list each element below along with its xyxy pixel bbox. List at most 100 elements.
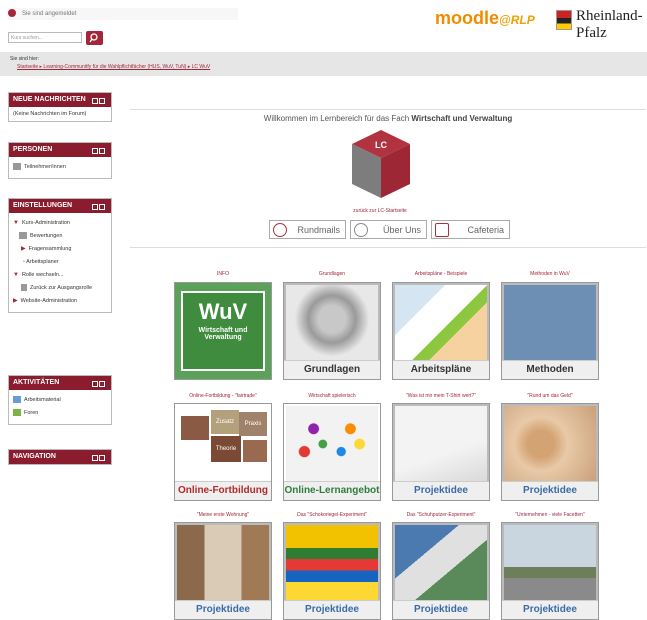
tile-grundlagen[interactable]: Grundlagen (283, 282, 381, 380)
tile-caption: "Rund um das Geld" (527, 393, 573, 399)
tshirt-image (395, 406, 487, 482)
tile-caption: Wirtschaft spielerisch (308, 393, 356, 399)
tile-geld[interactable]: Projektidee (501, 403, 599, 501)
back-to-lc-link[interactable]: zurück zur LC-Startseite (330, 208, 430, 214)
news-empty-text: (Keine Nachrichten im Forum) (13, 111, 87, 117)
forums-label: Foren (24, 410, 39, 416)
tile-caption: Das "Schokoriegel-Experiment" (297, 512, 367, 518)
expanded-arrow-icon: ▼ (13, 220, 19, 226)
tile-label: Projektidee (393, 600, 489, 619)
tile-info[interactable]: WuV Wirtschaft und Verwaltung (174, 282, 272, 380)
tile-caption: Methoden in WuV (530, 271, 570, 277)
tile-schuhputzer[interactable]: Projektidee (392, 522, 490, 620)
welcome-subject: Wirtschaft und Verwaltung (411, 114, 513, 123)
search-input[interactable]: Kurs suchen... (8, 32, 82, 43)
settings-grades[interactable]: Bewertungen (13, 230, 107, 243)
settings-return-role[interactable]: Zurück zur Ausgangsrolle (13, 282, 107, 295)
people-icon (13, 163, 21, 171)
settings-question-bank[interactable]: ▶ Fragensammlung (13, 243, 107, 256)
persons-block: PERSONEN Teilnehmer/innen (8, 142, 112, 179)
block-controls[interactable] (91, 379, 107, 387)
logo-moodle-text: moodle (435, 8, 500, 28)
ueber-uns-button[interactable]: Über Uns (350, 220, 427, 239)
tile-unternehmen[interactable]: Projektidee (501, 522, 599, 620)
tile-online-fortbildung[interactable]: Zusatz Praxis Theorie Online-Fortbildung (174, 403, 272, 501)
settings-course-admin[interactable]: ▼ Kurs-Administration (13, 217, 107, 230)
grades-icon (19, 232, 27, 240)
tile-caption: Online-Fortbildung - "fairtrade" (189, 393, 257, 399)
block-controls[interactable] (91, 96, 107, 104)
participants-link[interactable]: Teilnehmer/innen (13, 161, 107, 174)
block-controls[interactable] (91, 146, 107, 154)
persons-block-header: PERSONEN (9, 143, 111, 157)
tile-methoden[interactable]: Methoden (501, 282, 599, 380)
login-status: Sie sind angemeldet (22, 11, 77, 17)
tile-label: Projektidee (393, 481, 489, 500)
document-icon (13, 396, 21, 404)
money-image (504, 406, 596, 482)
shoes-image (395, 525, 487, 601)
settings-work-planner[interactable]: • Arbeitsplaner (13, 256, 107, 269)
forum-icon (13, 409, 21, 417)
welcome-prefix: Willkommen im Lernbereich für das Fach (263, 114, 410, 123)
lego-image (286, 525, 378, 601)
question-bank-label: Fragensammlung (28, 246, 72, 252)
grades-label: Bewertungen (30, 233, 63, 239)
tile-caption: "Unternehmen - viele Facetten" (515, 512, 585, 518)
block-controls[interactable] (91, 202, 107, 210)
tile-label: Projektidee (502, 481, 598, 500)
activity-material[interactable]: Arbeitsmaterial (13, 394, 107, 407)
search-button[interactable] (86, 31, 103, 45)
navigation-block-title: NAVIGATION (13, 453, 56, 460)
mail-icon (273, 223, 287, 237)
stones-image (286, 285, 378, 361)
rundmails-label: Rundmails (297, 225, 340, 235)
settings-block-header: EINSTELLUNGEN (9, 199, 111, 213)
ueber-uns-label: Über Uns (382, 225, 421, 235)
puzzle-zusatz: Zusatz (211, 410, 239, 434)
cafeteria-button[interactable]: Cafeteria (431, 220, 510, 239)
tile-tshirt[interactable]: Projektidee (392, 403, 490, 501)
tile-caption: "Was ist mir mein T-Shirt wert?" (406, 393, 476, 399)
wuv-logo-text: WuV (198, 299, 248, 324)
divider (130, 247, 646, 248)
rundmails-button[interactable]: Rundmails (269, 220, 346, 239)
tile-label: Grundlagen (284, 360, 380, 379)
return-role-label: Zurück zur Ausgangsrolle (30, 285, 93, 291)
lc-cube-logo[interactable]: LC (350, 128, 412, 200)
news-block-header: NEUE NACHRICHTEN (9, 93, 111, 107)
blackboard-image (504, 285, 596, 361)
tile-wirtschaft-spielerisch[interactable]: Online-Lernangebot (283, 403, 381, 501)
breadcrumb-startseite[interactable]: Startseite (17, 64, 38, 70)
persons-block-title: PERSONEN (13, 146, 53, 153)
site-admin-label: Website-Administration (20, 298, 78, 304)
welcome-text: Willkommen im Lernbereich für das Fach W… (130, 114, 646, 123)
puzzle-praxis: Praxis (239, 412, 267, 436)
game-pieces-image (286, 406, 378, 482)
tile-label: Online-Fortbildung (175, 481, 271, 500)
activities-block-header: AKTIVITÄTEN (9, 376, 111, 390)
user-icon (21, 284, 27, 292)
breadcrumb-label: Sie sind hier: (10, 56, 39, 62)
breadcrumb-learning-community[interactable]: Learning-Communitfy für die Wahlpflichtf… (43, 64, 186, 70)
worksheets-image (395, 285, 487, 361)
tile-caption: Arbeitspläne - Beispiele (414, 271, 468, 277)
participants-label: Teilnehmer/innen (24, 164, 66, 170)
block-controls[interactable] (91, 453, 107, 461)
tile-wohnung[interactable]: Projektidee (174, 522, 272, 620)
tile-schokoriegel[interactable]: Projektidee (283, 522, 381, 620)
activity-forums[interactable]: Foren (13, 407, 107, 420)
moodle-logo[interactable]: moodle@RLP (435, 8, 535, 32)
user-icon (8, 9, 16, 18)
breadcrumb-lc-wuv[interactable]: LC WuV (192, 64, 211, 70)
wuv-logo: WuV Wirtschaft und Verwaltung (181, 291, 265, 371)
breadcrumb-path: Startseite ▸ Learning-Communitfy für die… (17, 64, 211, 70)
material-label: Arbeitsmaterial (24, 397, 61, 403)
tile-label: Projektidee (175, 600, 271, 619)
expanded-arrow-icon: ▼ (13, 272, 19, 278)
settings-site-admin[interactable]: ▶ Website-Administration (13, 295, 107, 308)
tile-caption: Grundlagen (318, 271, 346, 277)
tile-caption: Das "Schuhputzer-Experiment" (406, 512, 476, 518)
tile-arbeitsplaene[interactable]: Arbeitspläne (392, 282, 490, 380)
settings-switch-role[interactable]: ▼ Rolle wechseln... (13, 269, 107, 282)
